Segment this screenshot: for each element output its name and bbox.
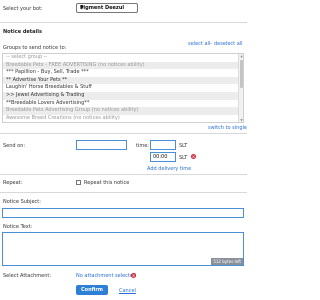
repeat-label: Repeat: bbox=[3, 180, 23, 186]
send-date-input[interactable] bbox=[76, 140, 127, 150]
group-option: Breedable Pets Advertising Group (no not… bbox=[3, 107, 243, 115]
scroll-down-icon[interactable]: ▼ bbox=[239, 118, 243, 122]
send-time-value: 00:00 bbox=[153, 154, 168, 160]
send-on-label: Send on: bbox=[3, 143, 26, 149]
chevron-down-icon: ▼ bbox=[80, 5, 84, 11]
attachment-label: Select Attachment: bbox=[3, 273, 52, 279]
group-option[interactable]: >> Jewel Advertising & Trading bbox=[3, 91, 243, 100]
select-all-link[interactable]: select all bbox=[188, 41, 210, 47]
group-option[interactable]: *** Papillion - Buy, Sell, Trade *** bbox=[3, 69, 243, 77]
scroll-up-icon[interactable]: ▲ bbox=[239, 54, 243, 58]
divider bbox=[0, 133, 247, 134]
attachment-link[interactable]: No attachment selected bbox=[76, 273, 136, 279]
group-option: Awesome Breed Creations (no notices abil… bbox=[6, 114, 120, 121]
group-list: -- select group -- Breedable Pets - FREE … bbox=[3, 54, 243, 122]
confirm-button[interactable]: Confirm bbox=[76, 285, 108, 295]
groups-label: Groups to send notice to: bbox=[3, 45, 67, 51]
error-icon: × bbox=[191, 154, 196, 159]
group-option[interactable]: Laughin' Horse Breedables & Stuff bbox=[3, 84, 243, 92]
timezone-label: SLT bbox=[179, 143, 188, 149]
scrollbar[interactable]: ▲ ▼ bbox=[238, 54, 243, 122]
section-title: Notice details bbox=[3, 29, 42, 35]
group-option: -- select group -- bbox=[6, 54, 48, 60]
group-option[interactable]: ** Advertise Your Pets ** bbox=[3, 76, 243, 85]
send-hour-input[interactable] bbox=[150, 140, 176, 150]
bot-select[interactable]: Figment Deezul ▼ bbox=[76, 3, 138, 13]
text-label: Notice Text: bbox=[3, 224, 33, 230]
time-label: time: bbox=[136, 143, 149, 149]
separator: - bbox=[210, 41, 212, 47]
group-option: Breedable Pets - FREE ADVERTISING (no no… bbox=[3, 61, 243, 70]
repeat-checkbox[interactable] bbox=[76, 180, 81, 185]
bytes-left-counter: 512 bytes left bbox=[211, 258, 243, 265]
error-icon: × bbox=[131, 273, 136, 278]
bot-label: Select your bot: bbox=[3, 6, 43, 12]
add-delivery-time-link[interactable]: Add delivery time bbox=[147, 166, 191, 172]
subject-input[interactable] bbox=[2, 208, 244, 218]
switch-to-single-link[interactable]: switch to single bbox=[208, 125, 247, 131]
subject-label: Notice Subject: bbox=[3, 199, 41, 205]
divider bbox=[0, 174, 247, 175]
repeat-checkbox-label: Repeat this notice bbox=[84, 180, 130, 186]
cancel-link[interactable]: Cancel bbox=[119, 288, 136, 294]
groups-listbox[interactable]: -- select group -- Breedable Pets - FREE … bbox=[2, 53, 244, 123]
timezone-label-2: SLT bbox=[179, 155, 188, 161]
divider bbox=[0, 22, 247, 23]
notice-text-area[interactable]: 512 bytes left bbox=[2, 232, 244, 266]
group-option[interactable]: **Breedable Lovers Advertising** bbox=[3, 100, 243, 108]
send-time-input[interactable]: 00:00 bbox=[150, 152, 176, 162]
divider bbox=[0, 192, 247, 193]
scrollbar-thumb[interactable] bbox=[240, 60, 243, 88]
deselect-all-link[interactable]: deselect all bbox=[214, 41, 243, 47]
